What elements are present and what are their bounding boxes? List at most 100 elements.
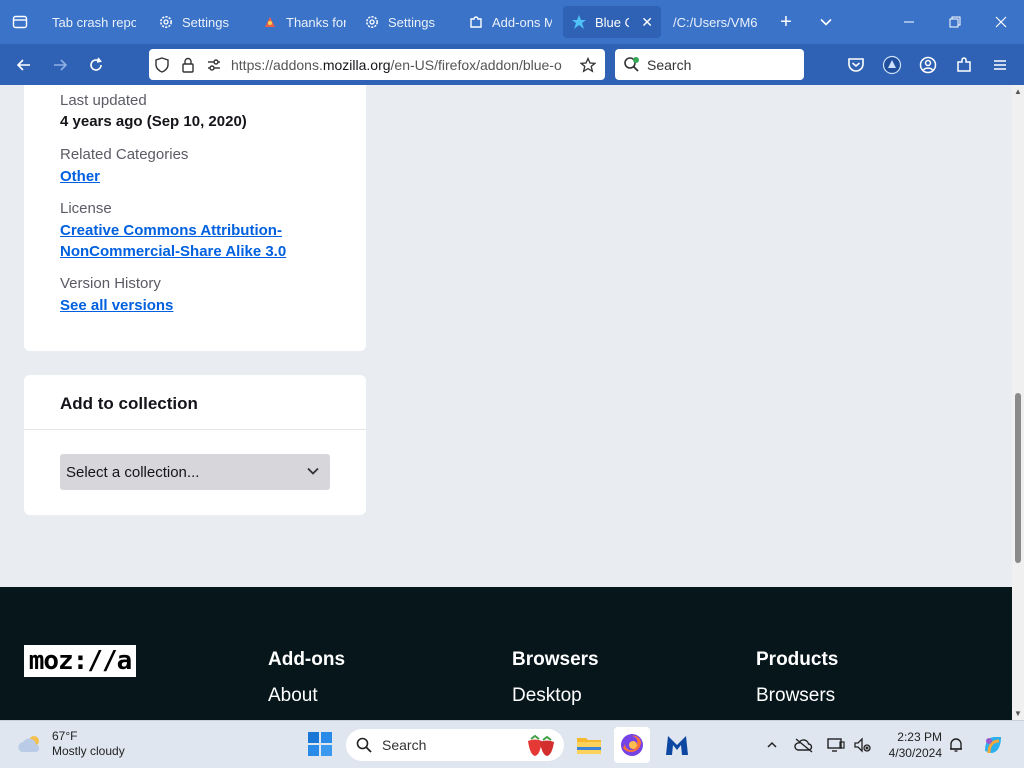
taskbar-malwarebytes[interactable]: [659, 727, 695, 763]
permissions-icon[interactable]: [201, 49, 227, 80]
tab-label: Tab crash repo: [52, 14, 136, 30]
cloud-icon: [18, 736, 40, 752]
mozilla-logo[interactable]: moz://a: [24, 645, 136, 677]
forward-arrow-icon: [54, 59, 68, 71]
lock-icon[interactable]: [175, 49, 201, 80]
tab-thanks[interactable]: Thanks for: [254, 6, 354, 38]
scroll-up-arrow-icon[interactable]: ▲: [1014, 87, 1022, 96]
page-content: Last updated 4 years ago (Sep 10, 2020) …: [0, 85, 1012, 720]
close-window-button[interactable]: [978, 0, 1024, 44]
hamburger-menu-icon: [994, 60, 1006, 70]
tab-crash-report[interactable]: Tab crash repo: [44, 6, 144, 38]
taskbar-clock[interactable]: 2:23 PM 4/30/2024: [878, 729, 942, 761]
tab-strip: Tab crash repo Settings Thanks for Setti…: [0, 0, 1024, 44]
shield-icon[interactable]: [149, 49, 175, 80]
license-label: License: [60, 200, 112, 217]
close-tab-icon[interactable]: ✕: [641, 14, 653, 31]
restore-icon: [949, 16, 961, 28]
pocket-button[interactable]: [843, 52, 869, 78]
tab-addons-manager[interactable]: Add-ons M: [460, 6, 560, 38]
close-icon: [995, 16, 1007, 28]
notifications-button[interactable]: [946, 735, 966, 755]
license-link[interactable]: Creative Commons Attribution-NonCommerci…: [60, 220, 320, 262]
start-button[interactable]: [307, 731, 333, 757]
new-tab-button[interactable]: +: [771, 7, 801, 37]
scrollbar-thumb[interactable]: [1015, 393, 1021, 563]
app-menu-button[interactable]: [987, 52, 1013, 78]
footer-link-about[interactable]: About: [268, 685, 318, 707]
windows-logo-icon: [308, 732, 332, 756]
last-updated-label: Last updated: [60, 92, 147, 109]
url-text[interactable]: https://addons.mozilla.org/en-US/firefox…: [231, 57, 575, 73]
puzzle-icon: [957, 57, 971, 72]
footer-heading-addons: Add-ons: [268, 649, 346, 670]
tab-label: Settings: [388, 14, 435, 30]
bookmark-star-icon[interactable]: [575, 49, 601, 80]
search-engine-icon: [624, 56, 639, 72]
url-bar[interactable]: https://addons.mozilla.org/en-US/firefox…: [149, 49, 605, 80]
pocket-icon: [848, 58, 864, 72]
taskbar-file-explorer[interactable]: [571, 727, 607, 763]
url-prefix: https://addons.: [231, 56, 323, 73]
search-bar[interactable]: Search: [615, 49, 804, 80]
network-volume-tray-icon[interactable]: [852, 735, 872, 755]
reload-button[interactable]: [81, 50, 111, 80]
tab-label: /C:/Users/VM6: [673, 14, 757, 30]
account-icon: [919, 56, 937, 74]
copilot-button[interactable]: [980, 732, 1006, 758]
category-other-link[interactable]: Other: [60, 166, 320, 187]
back-button[interactable]: [9, 50, 39, 80]
tab-blue-addon[interactable]: Blue Ov ✕: [563, 6, 661, 38]
restore-button[interactable]: [932, 0, 978, 44]
weather-temperature: 67°F: [52, 729, 78, 743]
page-scrollbar[interactable]: ▲ ▼: [1012, 85, 1024, 720]
footer-heading-browsers: Browsers: [512, 649, 599, 670]
firefox-view-icon: [12, 15, 28, 29]
gear-icon: [364, 14, 380, 30]
firefox-icon: [621, 734, 643, 756]
search-placeholder: Search: [647, 56, 692, 73]
chevron-down-icon: [307, 467, 319, 475]
extension-button[interactable]: [879, 52, 905, 78]
plus-icon: +: [780, 10, 792, 33]
weather-widget[interactable]: 67°F Mostly cloudy: [16, 729, 125, 759]
extensions-button[interactable]: [951, 52, 977, 78]
scroll-down-arrow-icon[interactable]: ▼: [1014, 709, 1022, 718]
display-tray-icon[interactable]: [826, 735, 846, 755]
clock-date: 4/30/2024: [888, 746, 942, 760]
minimize-icon: [904, 21, 914, 23]
minimize-button[interactable]: [886, 0, 932, 44]
gear-icon: [158, 14, 174, 30]
tab-settings-2[interactable]: Settings: [356, 6, 456, 38]
tab-label: Add-ons M: [492, 14, 552, 30]
url-domain: mozilla.org: [322, 56, 391, 73]
onedrive-tray-icon[interactable]: [794, 735, 814, 755]
blue-addon-icon: [571, 14, 587, 30]
forward-button[interactable]: [45, 50, 75, 80]
firefox-view-button[interactable]: [5, 7, 35, 37]
tab-label: Thanks for: [286, 14, 346, 30]
collection-select[interactable]: Select a collection...: [60, 454, 330, 490]
url-path: /en-US/firefox/addon/blue-o: [390, 56, 562, 73]
weather-description: Mostly cloudy: [52, 744, 125, 758]
back-arrow-icon: [16, 59, 30, 71]
taskbar-search[interactable]: Search: [346, 729, 564, 761]
puzzle-icon: [468, 14, 484, 30]
show-hidden-icons-button[interactable]: [762, 735, 782, 755]
footer-link-browsers[interactable]: Browsers: [756, 685, 835, 707]
bell-icon: [950, 738, 962, 752]
account-button[interactable]: [915, 52, 941, 78]
list-all-tabs-button[interactable]: [811, 7, 841, 37]
taskbar-firefox[interactable]: [614, 727, 650, 763]
tab-file[interactable]: /C:/Users/VM6: [665, 6, 765, 38]
related-categories-label: Related Categories: [60, 146, 189, 163]
see-all-versions-link[interactable]: See all versions: [60, 295, 320, 316]
tab-label: Settings: [182, 14, 229, 30]
tab-settings-1[interactable]: Settings: [150, 6, 250, 38]
taskbar-search-label: Search: [382, 737, 427, 753]
footer-link-desktop[interactable]: Desktop: [512, 685, 582, 707]
strawberry-icon: [528, 734, 554, 756]
footer-heading-products: Products: [756, 649, 839, 670]
network-error-icon: [854, 737, 871, 753]
collection-select-value: Select a collection...: [66, 463, 200, 481]
